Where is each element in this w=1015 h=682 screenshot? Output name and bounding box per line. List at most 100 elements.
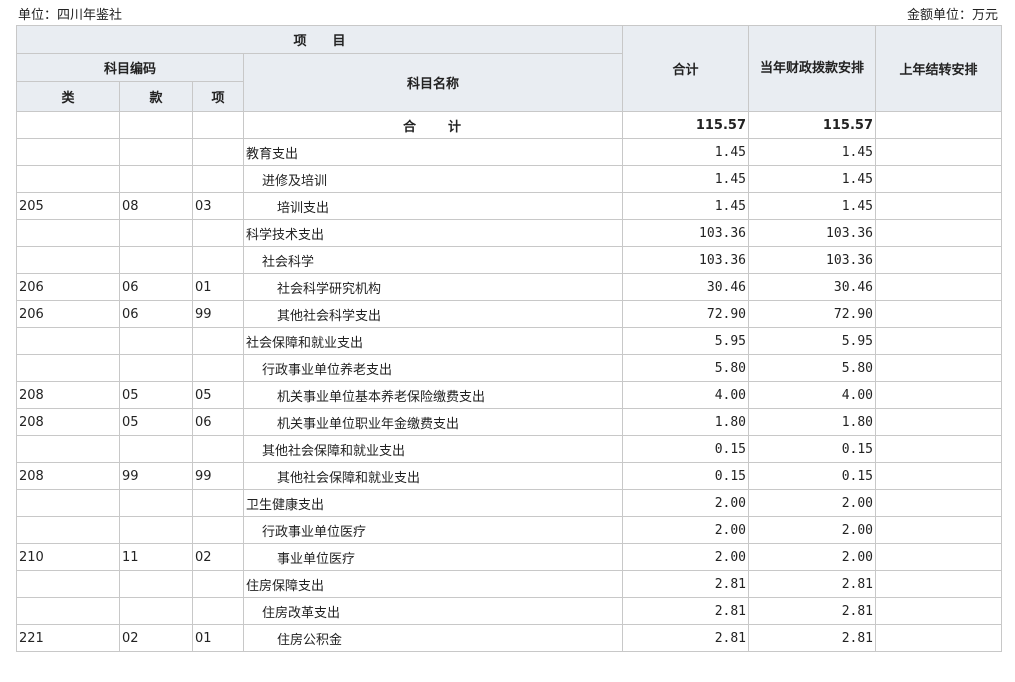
cell-kuan: 11	[119, 543, 193, 571]
header-prior-year: 上年结转安排	[875, 25, 1003, 112]
cell-prior-year	[875, 381, 1003, 409]
cell-lei: 208	[16, 381, 120, 409]
cell-kuan: 06	[119, 273, 193, 301]
cell-xiang	[192, 219, 244, 247]
cell-kuan	[119, 570, 193, 598]
cell-name: 机关事业单位基本养老保险缴费支出	[242, 381, 624, 409]
cell-name: 住房公积金	[242, 624, 624, 652]
cell-prior-year	[875, 327, 1003, 355]
table-row: 208 05 06 机关事业单位职业年金缴费支出 1.80 1.80	[16, 408, 1003, 436]
cell-xiang: 03	[192, 192, 244, 220]
cell-xiang	[192, 597, 244, 625]
cell-xiang	[192, 165, 244, 193]
cell-xiang: 99	[192, 462, 244, 490]
cell-name: 社会科学	[242, 246, 624, 274]
cell-prior-year	[875, 246, 1003, 274]
cell-prior-year	[875, 300, 1003, 328]
cell-kuan	[119, 138, 193, 166]
cell-total: 2.81	[622, 570, 750, 598]
cell-name: 社会科学研究机构	[242, 273, 624, 301]
budget-table: 项 目 合计 当年财政拨款安排 上年结转安排 科目编码 科目名称 类 款 项 合…	[15, 25, 1003, 652]
cell-current-year: 103.36	[748, 219, 877, 247]
cell-kuan	[119, 489, 193, 517]
cell-kuan	[119, 597, 193, 625]
cell-name: 合 计	[242, 111, 624, 139]
cell-lei	[16, 516, 120, 544]
cell-total: 1.45	[622, 165, 750, 193]
cell-xiang: 01	[192, 273, 244, 301]
cell-name: 住房保障支出	[242, 570, 624, 598]
cell-lei	[16, 435, 120, 463]
table-body: 合 计 115.57 115.57 教育支出 1.45 1.45 进修及培训 1.45 1.45…	[16, 111, 1003, 652]
cell-kuan: 05	[119, 408, 193, 436]
cell-total: 4.00	[622, 381, 750, 409]
cell-current-year: 0.15	[748, 462, 877, 490]
cell-xiang	[192, 570, 244, 598]
cell-total: 2.81	[622, 624, 750, 652]
table-row: 210 11 02 事业单位医疗 2.00 2.00	[16, 543, 1003, 571]
cell-xiang: 06	[192, 408, 244, 436]
cell-total: 1.80	[622, 408, 750, 436]
cell-prior-year	[875, 462, 1003, 490]
cell-kuan	[119, 219, 193, 247]
cell-total: 1.45	[622, 192, 750, 220]
header-lei: 类	[16, 81, 120, 112]
cell-prior-year	[875, 111, 1003, 139]
cell-total: 103.36	[622, 219, 750, 247]
cell-lei	[16, 597, 120, 625]
cell-name: 培训支出	[242, 192, 624, 220]
header-code-group: 科目编码	[16, 53, 244, 82]
cell-xiang: 99	[192, 300, 244, 328]
cell-prior-year	[875, 354, 1003, 382]
cell-prior-year	[875, 516, 1003, 544]
cell-lei: 210	[16, 543, 120, 571]
cell-lei	[16, 219, 120, 247]
header-current-year: 当年财政拨款安排	[748, 25, 877, 112]
cell-name: 行政事业单位养老支出	[242, 354, 624, 382]
cell-total: 5.95	[622, 327, 750, 355]
cell-current-year: 30.46	[748, 273, 877, 301]
cell-prior-year	[875, 138, 1003, 166]
cell-name: 科学技术支出	[242, 219, 624, 247]
cell-total: 30.46	[622, 273, 750, 301]
cell-kuan: 02	[119, 624, 193, 652]
cell-kuan: 08	[119, 192, 193, 220]
cell-current-year: 4.00	[748, 381, 877, 409]
cell-total: 1.45	[622, 138, 750, 166]
cell-kuan	[119, 111, 193, 139]
cell-total: 5.80	[622, 354, 750, 382]
cell-lei: 221	[16, 624, 120, 652]
amount-unit-label: 金额单位：万元	[906, 8, 998, 23]
cell-current-year: 0.15	[748, 435, 877, 463]
report-header: 单位：四川年鉴社 金额单位：万元	[0, 0, 1015, 24]
table-row: 206 06 01 社会科学研究机构 30.46 30.46	[16, 273, 1003, 301]
cell-xiang: 05	[192, 381, 244, 409]
cell-name: 机关事业单位职业年金缴费支出	[242, 408, 624, 436]
header-xiang: 项	[192, 81, 244, 112]
cell-current-year: 2.81	[748, 597, 877, 625]
cell-lei	[16, 570, 120, 598]
cell-prior-year	[875, 570, 1003, 598]
cell-xiang	[192, 111, 244, 139]
table-row: 社会保障和就业支出 5.95 5.95	[16, 327, 1003, 355]
cell-current-year: 72.90	[748, 300, 877, 328]
cell-total: 0.15	[622, 462, 750, 490]
cell-current-year: 2.00	[748, 516, 877, 544]
header-total: 合计	[622, 25, 750, 112]
cell-name: 行政事业单位医疗	[242, 516, 624, 544]
cell-kuan	[119, 165, 193, 193]
cell-lei	[16, 138, 120, 166]
cell-current-year: 1.80	[748, 408, 877, 436]
cell-kuan: 99	[119, 462, 193, 490]
cell-current-year: 2.00	[748, 489, 877, 517]
cell-prior-year	[875, 408, 1003, 436]
cell-xiang: 02	[192, 543, 244, 571]
cell-lei: 208	[16, 408, 120, 436]
cell-prior-year	[875, 489, 1003, 517]
table-row: 教育支出 1.45 1.45	[16, 138, 1003, 166]
cell-name: 进修及培训	[242, 165, 624, 193]
cell-total: 103.36	[622, 246, 750, 274]
table-row: 208 99 99 其他社会保障和就业支出 0.15 0.15	[16, 462, 1003, 490]
cell-total: 72.90	[622, 300, 750, 328]
cell-kuan	[119, 327, 193, 355]
